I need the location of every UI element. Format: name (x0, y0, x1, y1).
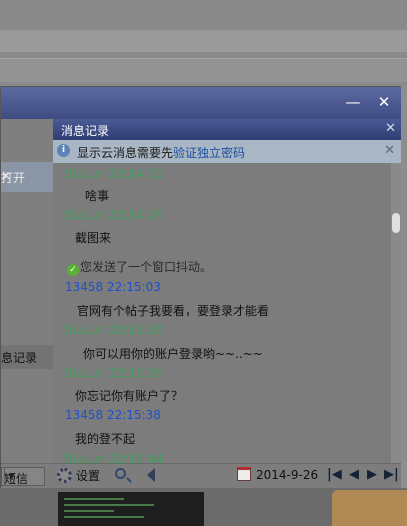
calendar-icon (237, 467, 251, 481)
sender: SiuLun (65, 452, 106, 463)
background-terminal-thumbnail (58, 492, 204, 526)
message-list: SiuLun 22:14:25 啥事 SiuLun 22:14:26 截图来 ✓… (53, 163, 391, 463)
date-picker[interactable]: 2014-9-26 (237, 467, 318, 486)
conversation-left-panel: 打开 ✕ 息记录 (1, 119, 53, 463)
close-icon[interactable]: ✕ (1, 169, 11, 183)
settings-label: 设置 (76, 469, 101, 483)
notice-text: 显示云消息需要先验证独立密码 (77, 144, 245, 161)
settings-button[interactable]: 设置 (57, 467, 100, 486)
message-scrollbar[interactable] (391, 163, 401, 463)
message-text: 啥事 (85, 189, 110, 203)
message-record-title: 消息记录 (61, 124, 110, 138)
date-value: 2014-9-26 (256, 468, 319, 482)
timestamp: 22:15:26 (109, 366, 163, 380)
last-page-button[interactable]: ▶| (384, 467, 399, 482)
chat-window: — ✕ 打开 ✕ 息记录 消息记录 ✕ i 显示云消息需要先验证独立密码 ✕ S… (0, 86, 401, 488)
speaker-icon (147, 468, 155, 482)
message-text: 截图来 (75, 231, 112, 245)
background-photo (332, 490, 407, 526)
sender: 13458 (65, 280, 104, 294)
notice-text-prefix: 显示云消息需要先 (77, 146, 174, 160)
message-meta: 13458 22:15:38 (65, 408, 161, 422)
left-notice-bar: 打开 ✕ (1, 162, 53, 192)
timestamp: 22:14:26 (109, 208, 163, 222)
sender: SiuLun (65, 208, 106, 222)
sender: 13458 (65, 408, 104, 422)
next-page-button[interactable]: ▶ (367, 467, 377, 482)
message-meta: SiuLun 22:15:26 (65, 366, 163, 380)
sender: SiuLun (65, 366, 106, 380)
timestamp: 22:15:03 (107, 280, 161, 294)
minimize-button[interactable]: — (342, 93, 364, 111)
verify-password-link[interactable]: 验证独立密码 (173, 146, 245, 160)
message-text: 我的登不起 (75, 432, 136, 446)
system-message-text: 您发送了一个窗口抖动。 (80, 260, 213, 274)
sound-button[interactable] (147, 467, 155, 486)
terminal-line (64, 516, 144, 518)
message-meta: SiuLun 22:14:26 (65, 208, 163, 222)
close-button[interactable]: ✕ (373, 93, 395, 111)
info-icon: i (57, 144, 70, 157)
sender: SiuLun (65, 323, 106, 337)
cloud-message-notice: i 显示云消息需要先验证独立密码 ✕ (53, 140, 401, 163)
background-bar (0, 58, 407, 82)
close-icon[interactable]: ✕ (384, 143, 395, 158)
sender: SiuLun (65, 167, 106, 181)
background-window-bottom (0, 488, 407, 526)
terminal-line (64, 510, 114, 512)
message-record-header: 消息记录 ✕ (53, 119, 401, 140)
chevron-down-icon[interactable]: ▼ (4, 468, 18, 485)
message-meta: SiuLun 22:15:20 (65, 323, 163, 337)
prev-page-button[interactable]: ◀ (349, 467, 359, 482)
timestamp: 22:15:20 (109, 323, 163, 337)
system-message: ✓ 您发送了一个窗口抖动。 (67, 258, 212, 276)
search-button[interactable] (115, 467, 126, 486)
check-icon: ✓ (67, 264, 79, 276)
message-history-button[interactable]: 息记录 (1, 345, 53, 369)
terminal-line (64, 504, 154, 506)
message-record-panel: 消息记录 ✕ i 显示云消息需要先验证独立密码 ✕ SiuLun 22:14:2… (53, 119, 401, 463)
message-text: 你忘记你有账户了？ (75, 389, 184, 403)
message-history-label: 息记录 (1, 351, 38, 365)
message-text: 官网有个帖子我要看，要登录才能看 (77, 304, 270, 318)
gear-icon (57, 468, 72, 483)
scrollbar-thumb[interactable] (392, 213, 400, 233)
background-bar (0, 30, 407, 52)
timestamp: 22:15:44 (109, 452, 163, 463)
first-page-button[interactable]: |◀ (327, 467, 342, 482)
message-meta: 13458 22:15:03 (65, 280, 161, 294)
message-type-select[interactable]: 短信 ▼ (1, 467, 45, 486)
message-meta: SiuLun 22:15:44 (65, 452, 163, 463)
search-icon (115, 468, 126, 479)
bottom-toolbar: 短信 ▼ 设置 2014-9-26 |◀ ◀ ▶ ▶| (1, 463, 401, 488)
timestamp: 22:14:25 (109, 167, 163, 181)
timestamp: 22:15:38 (107, 408, 161, 422)
background-window-top (0, 0, 407, 86)
background-window-right (401, 86, 407, 526)
close-icon[interactable]: ✕ (385, 121, 396, 136)
terminal-line (64, 498, 124, 500)
message-text: 你可以用你的账户登录哟~~..~~ (83, 347, 263, 361)
message-meta: SiuLun 22:14:25 (65, 167, 163, 181)
window-title-bar[interactable]: — ✕ (1, 87, 401, 119)
